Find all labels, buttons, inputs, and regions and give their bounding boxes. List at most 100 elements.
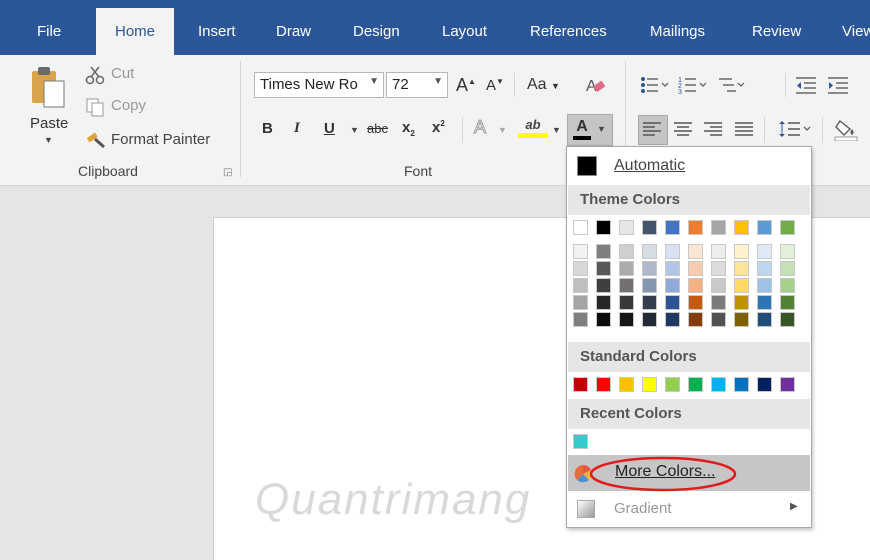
theme-color-shade-swatch[interactable] xyxy=(711,244,726,259)
paste-button[interactable]: Paste xyxy=(30,115,68,132)
theme-color-shade-swatch[interactable] xyxy=(780,278,795,293)
theme-color-shade-swatch[interactable] xyxy=(711,261,726,276)
theme-color-swatch[interactable] xyxy=(711,220,726,235)
theme-color-swatch[interactable] xyxy=(596,220,611,235)
standard-color-swatch[interactable] xyxy=(573,377,588,392)
theme-color-shade-swatch[interactable] xyxy=(642,244,657,259)
tab-home[interactable]: Home xyxy=(96,8,174,55)
clipboard-dialog-launcher-icon[interactable]: ◲ xyxy=(223,167,232,178)
underline-button[interactable]: U xyxy=(324,120,335,137)
highlight-dropdown-arrow[interactable]: ▼ xyxy=(552,125,561,135)
theme-color-shade-swatch[interactable] xyxy=(711,295,726,310)
line-spacing-icon[interactable] xyxy=(778,119,812,139)
font-color-dropdown-arrow[interactable]: ▼ xyxy=(597,124,606,134)
tab-design[interactable]: Design xyxy=(353,0,400,55)
theme-color-shade-swatch[interactable] xyxy=(780,244,795,259)
recent-color-swatch[interactable] xyxy=(573,434,588,449)
theme-color-swatch[interactable] xyxy=(734,220,749,235)
bold-button[interactable]: B xyxy=(262,120,273,137)
theme-color-shade-swatch[interactable] xyxy=(757,278,772,293)
font-color-button[interactable]: A xyxy=(573,118,591,140)
theme-color-shade-swatch[interactable] xyxy=(711,278,726,293)
bullets-icon[interactable] xyxy=(640,75,670,95)
theme-color-shade-swatch[interactable] xyxy=(619,295,634,310)
theme-color-shade-swatch[interactable] xyxy=(734,261,749,276)
shading-icon[interactable] xyxy=(834,117,860,141)
more-colors-option[interactable]: More Colors... xyxy=(568,455,810,492)
underline-dropdown-arrow[interactable]: ▼ xyxy=(350,125,359,135)
format-painter-icon[interactable] xyxy=(85,129,107,149)
theme-color-shade-swatch[interactable] xyxy=(596,261,611,276)
chevron-down-icon[interactable]: ▼ xyxy=(433,76,443,87)
theme-color-shade-swatch[interactable] xyxy=(596,244,611,259)
paste-dropdown-arrow[interactable]: ▼ xyxy=(44,135,53,145)
font-name-combo[interactable]: Times New Ro ▼ xyxy=(254,72,384,98)
theme-color-shade-swatch[interactable] xyxy=(688,244,703,259)
standard-color-swatch[interactable] xyxy=(734,377,749,392)
tab-mailings[interactable]: Mailings xyxy=(650,0,705,55)
theme-color-swatch[interactable] xyxy=(757,220,772,235)
theme-color-shade-swatch[interactable] xyxy=(573,244,588,259)
copy-icon[interactable] xyxy=(85,97,105,117)
theme-color-shade-swatch[interactable] xyxy=(780,312,795,327)
theme-color-shade-swatch[interactable] xyxy=(642,295,657,310)
theme-color-swatch[interactable] xyxy=(665,220,680,235)
theme-color-swatch[interactable] xyxy=(642,220,657,235)
increase-indent-icon[interactable] xyxy=(826,75,850,95)
theme-color-shade-swatch[interactable] xyxy=(665,278,680,293)
theme-color-shade-swatch[interactable] xyxy=(619,278,634,293)
standard-color-swatch[interactable] xyxy=(688,377,703,392)
theme-color-shade-swatch[interactable] xyxy=(688,261,703,276)
theme-color-shade-swatch[interactable] xyxy=(757,261,772,276)
theme-color-shade-swatch[interactable] xyxy=(757,312,772,327)
clear-formatting-icon[interactable]: A xyxy=(584,75,608,97)
theme-color-shade-swatch[interactable] xyxy=(619,261,634,276)
paste-icon[interactable] xyxy=(30,65,68,111)
align-center-icon[interactable] xyxy=(673,121,693,137)
font-size-combo[interactable]: 72 ▼ xyxy=(386,72,448,98)
theme-color-shade-swatch[interactable] xyxy=(573,261,588,276)
theme-color-shade-swatch[interactable] xyxy=(688,278,703,293)
theme-color-shade-swatch[interactable] xyxy=(688,295,703,310)
tab-view[interactable]: View xyxy=(842,0,870,55)
standard-color-swatch[interactable] xyxy=(619,377,634,392)
tab-insert[interactable]: Insert xyxy=(198,0,236,55)
theme-color-shade-swatch[interactable] xyxy=(780,295,795,310)
text-effects-dropdown-arrow[interactable]: ▼ xyxy=(498,125,507,135)
italic-button[interactable]: I xyxy=(294,120,300,137)
theme-color-shade-swatch[interactable] xyxy=(573,295,588,310)
theme-color-shade-swatch[interactable] xyxy=(734,295,749,310)
standard-color-swatch[interactable] xyxy=(596,377,611,392)
align-right-icon[interactable] xyxy=(703,121,723,137)
numbering-icon[interactable]: 1 2 3 xyxy=(678,75,708,95)
copy-button[interactable]: Copy xyxy=(111,97,146,114)
theme-color-shade-swatch[interactable] xyxy=(573,278,588,293)
tab-draw[interactable]: Draw xyxy=(276,0,311,55)
align-left-icon[interactable] xyxy=(642,121,662,137)
theme-color-shade-swatch[interactable] xyxy=(596,278,611,293)
cut-button[interactable]: Cut xyxy=(111,65,134,82)
theme-color-shade-swatch[interactable] xyxy=(665,312,680,327)
theme-color-shade-swatch[interactable] xyxy=(665,261,680,276)
text-effects-button[interactable]: A xyxy=(473,117,486,138)
theme-color-shade-swatch[interactable] xyxy=(665,295,680,310)
change-case-button[interactable]: Aa ▼ xyxy=(527,76,560,94)
grow-font-button[interactable]: A▲ xyxy=(456,75,476,96)
theme-color-shade-swatch[interactable] xyxy=(642,312,657,327)
automatic-option[interactable]: Automatic xyxy=(568,151,810,183)
standard-color-swatch[interactable] xyxy=(665,377,680,392)
theme-color-shade-swatch[interactable] xyxy=(757,244,772,259)
theme-color-shade-swatch[interactable] xyxy=(780,261,795,276)
tab-file[interactable]: File xyxy=(37,0,61,55)
theme-color-shade-swatch[interactable] xyxy=(734,278,749,293)
subscript-button[interactable]: x2 xyxy=(402,119,415,138)
standard-color-swatch[interactable] xyxy=(711,377,726,392)
tab-layout[interactable]: Layout xyxy=(442,0,487,55)
theme-color-shade-swatch[interactable] xyxy=(642,261,657,276)
format-painter-button[interactable]: Format Painter xyxy=(111,131,210,148)
multilevel-list-icon[interactable] xyxy=(716,75,746,95)
tab-review[interactable]: Review xyxy=(752,0,801,55)
theme-color-shade-swatch[interactable] xyxy=(665,244,680,259)
theme-color-swatch[interactable] xyxy=(573,220,588,235)
standard-color-swatch[interactable] xyxy=(780,377,795,392)
